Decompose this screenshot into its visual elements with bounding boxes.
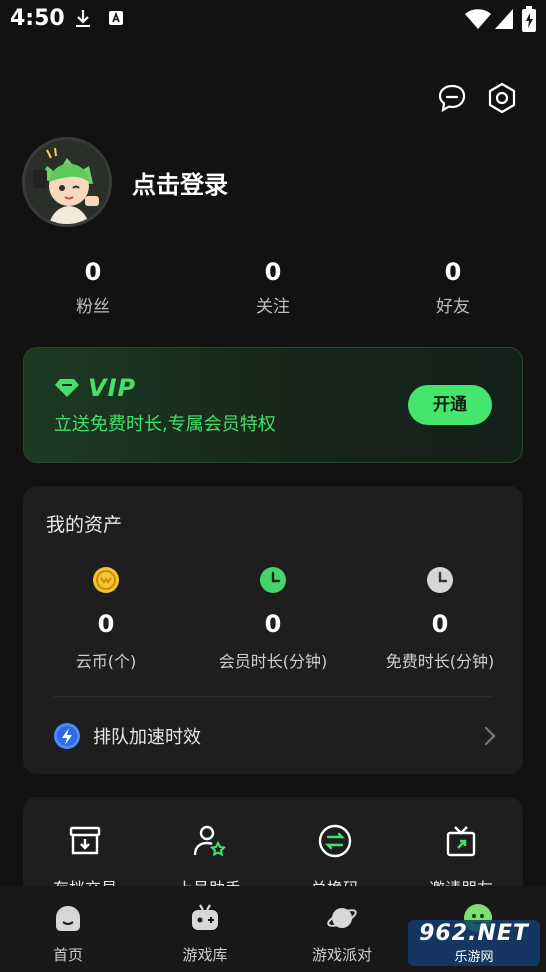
asset-label: 免费时长(分钟) (385, 652, 495, 671)
nav-game-party[interactable]: 游戏派对 (292, 902, 392, 965)
status-bar: 4:50 (0, 0, 546, 40)
nav-label: 游戏库 (182, 946, 228, 964)
settings-hexagon-icon (488, 82, 516, 114)
coin-icon (93, 567, 119, 593)
nav-label: 首页 (52, 946, 83, 964)
asset-free-time[interactable]: 0 免费时长(分钟) (360, 566, 520, 672)
lightning-icon (54, 723, 80, 749)
stat-value: 0 (264, 258, 282, 286)
profile-header[interactable]: 点击登录 (22, 137, 228, 227)
archive-box-icon (69, 826, 101, 855)
download-icon (76, 10, 90, 27)
vip-description: 立送免费时长,专属会员特权 (54, 414, 276, 435)
chat-bubble-icon (438, 84, 466, 113)
asset-member-time[interactable]: 0 会员时长(分钟) (193, 566, 353, 672)
stat-label: 粉丝 (76, 297, 110, 317)
vip-card[interactable]: VIP 立送免费时长,专属会员特权 开通 (23, 347, 523, 463)
queue-boost-label: 排队加速时效 (93, 727, 201, 748)
asset-value: 0 (431, 610, 449, 638)
gamepad-icon (192, 904, 218, 930)
nav-home[interactable]: 首页 (18, 902, 118, 965)
stat-label: 关注 (256, 297, 290, 317)
signal-icon (495, 9, 513, 29)
chevron-right-icon (484, 726, 496, 746)
asset-label: 会员时长(分钟) (218, 652, 328, 671)
nav-label: 游戏派对 (311, 946, 372, 964)
stat-following[interactable]: 0 关注 (223, 258, 323, 317)
asset-cloud-coins[interactable]: 0 云币(个) (26, 566, 186, 672)
watermark-subtext: 乐游网 (454, 950, 494, 965)
keyboard-a-icon (109, 11, 123, 25)
stat-friends[interactable]: 0 好友 (403, 258, 503, 317)
nav-game-library[interactable]: 游戏库 (155, 902, 255, 965)
watermark-text: 962.NET (419, 921, 529, 946)
green-clock-icon (260, 567, 286, 593)
diamond-icon (55, 379, 79, 397)
gray-clock-icon (427, 567, 453, 593)
message-button[interactable] (436, 82, 468, 114)
user-star-icon (193, 825, 227, 857)
login-prompt[interactable]: 点击登录 (132, 165, 228, 200)
vip-title: VIP (54, 374, 136, 402)
gift-icon (446, 826, 476, 857)
top-actions (436, 82, 518, 114)
wifi-icon (465, 9, 491, 29)
battery-charging-icon (522, 6, 536, 32)
assets-card: 我的资产 0 云币(个) 0 会员时长(分钟) 0 免费时长(分钟) 排队加速时… (23, 486, 523, 774)
stat-value: 0 (444, 258, 462, 286)
status-time: 4:50 (10, 6, 65, 31)
divider (53, 696, 493, 697)
avatar[interactable] (22, 137, 112, 227)
stat-fans[interactable]: 0 粉丝 (43, 258, 143, 317)
stat-label: 好友 (436, 297, 470, 317)
exchange-icon (318, 824, 352, 858)
social-stats: 0 粉丝 0 关注 0 好友 (0, 258, 546, 328)
asset-value: 0 (97, 610, 115, 638)
asset-label: 云币(个) (75, 652, 137, 671)
assets-title: 我的资产 (46, 514, 123, 536)
vip-label: VIP (88, 374, 137, 402)
watermark-logo: 962.NET 乐游网 (408, 920, 540, 966)
home-icon (56, 906, 80, 931)
stat-value: 0 (84, 258, 102, 286)
planet-icon (327, 908, 357, 928)
avatar-illustration (25, 140, 109, 224)
settings-button[interactable] (486, 82, 518, 114)
asset-value: 0 (264, 610, 282, 638)
queue-boost-row[interactable]: 排队加速时效 (53, 716, 497, 756)
vip-open-button[interactable]: 开通 (408, 385, 492, 425)
